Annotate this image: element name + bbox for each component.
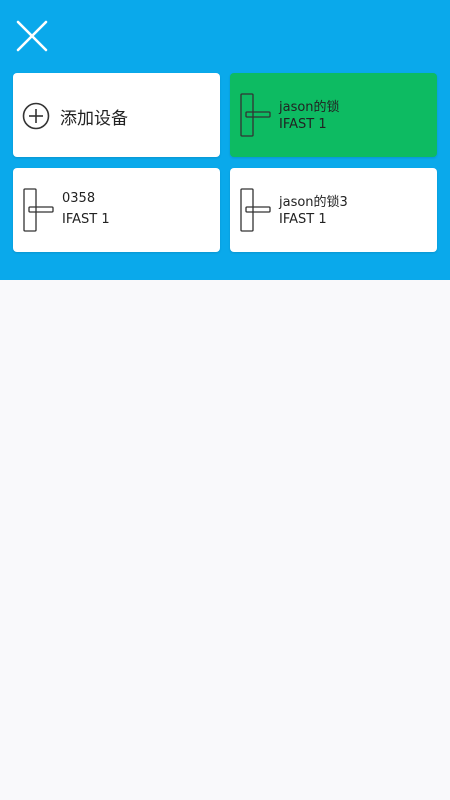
- device-model: IFAST 1: [279, 117, 327, 132]
- device-panel: 添加设备 jason的锁 IFAST 1 0358 IFAST 1 jason的…: [0, 0, 450, 280]
- door-lock-icon: [240, 93, 271, 137]
- door-lock-icon: [23, 188, 54, 232]
- device-card-jason-lock-3[interactable]: jason的锁3 IFAST 1: [230, 168, 437, 252]
- device-name: 0358: [62, 191, 96, 206]
- add-device-card[interactable]: 添加设备: [13, 73, 220, 157]
- device-name: jason的锁3: [279, 195, 348, 210]
- door-lock-icon: [240, 188, 271, 232]
- device-card-jason-lock[interactable]: jason的锁 IFAST 1: [230, 73, 437, 157]
- device-name: jason的锁: [279, 100, 340, 115]
- empty-content-area: [0, 280, 450, 800]
- add-device-label: 添加设备: [60, 109, 128, 129]
- device-model: IFAST 1: [279, 212, 327, 227]
- plus-circle-icon: [22, 102, 50, 130]
- device-card-0358[interactable]: 0358 IFAST 1: [13, 168, 220, 252]
- device-model: IFAST 1: [62, 212, 110, 227]
- close-button[interactable]: [14, 18, 50, 54]
- close-icon: [16, 20, 48, 52]
